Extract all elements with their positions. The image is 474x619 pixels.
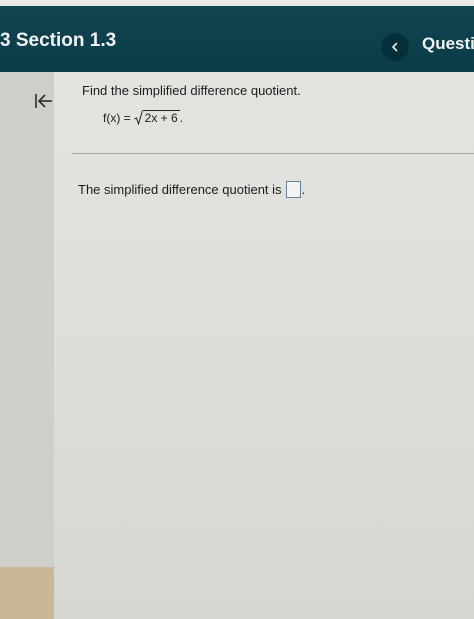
left-sidebar	[0, 72, 54, 619]
function-radicand: 2x + 6	[142, 110, 180, 125]
answer-suffix: .	[301, 182, 306, 197]
square-root: 2x + 6	[133, 110, 180, 125]
function-lhs: f(x) =	[103, 110, 131, 125]
radical-sign-icon	[133, 110, 143, 125]
chevron-left-icon	[392, 42, 398, 52]
section-divider	[72, 153, 474, 154]
function-definition: f(x) = 2x + 6 .	[103, 110, 183, 125]
collapse-panel-button[interactable]	[30, 90, 56, 112]
collapse-left-icon	[35, 94, 52, 108]
section-title: 3 Section 1.3	[0, 30, 117, 51]
function-end: .	[179, 110, 184, 125]
answer-row: The simplified difference quotient is .	[78, 181, 305, 198]
questions-menu-button[interactable]: Questio	[422, 34, 474, 54]
previous-question-button[interactable]	[381, 33, 409, 61]
top-header: 3 Section 1.3 Questio	[0, 0, 474, 72]
sidebar-footer	[0, 567, 54, 619]
question-panel	[54, 72, 474, 619]
answer-prefix: The simplified difference quotient is	[78, 182, 282, 197]
question-prompt: Find the simplified difference quotient.	[82, 83, 301, 98]
answer-input-box[interactable]	[285, 181, 301, 198]
